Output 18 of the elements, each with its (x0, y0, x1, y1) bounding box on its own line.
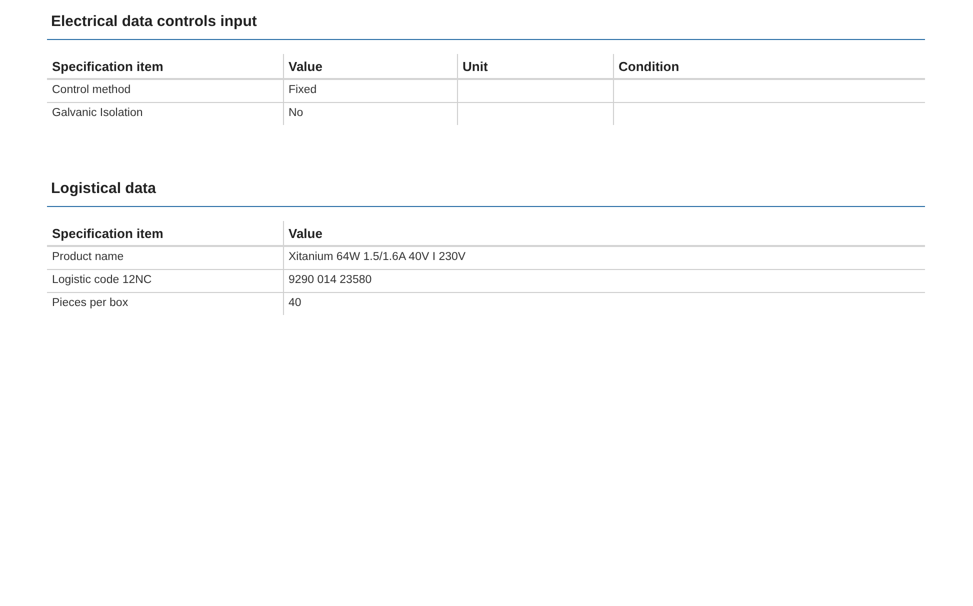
column-header: Unit (457, 54, 613, 78)
table-cell: Product name (47, 246, 283, 270)
section-title: Electrical data controls input (47, 10, 925, 40)
table-cell: Control method (47, 78, 283, 102)
column-header: Specification item (47, 54, 283, 78)
table-cell: Pieces per box (47, 292, 283, 316)
table-cell: No (283, 102, 457, 125)
table-cell: Galvanic Isolation (47, 102, 283, 125)
table-cell: 9290 014 23580 (283, 269, 925, 292)
section-title: Logistical data (47, 177, 925, 207)
table-cell: 40 (283, 292, 925, 316)
column-header: Condition (613, 54, 925, 78)
table-cell: Xitanium 64W 1.5/1.6A 40V I 230V (283, 246, 925, 270)
column-header: Specification item (47, 221, 283, 246)
table-cell: Logistic code 12NC (47, 269, 283, 292)
table-cell: Fixed (283, 78, 457, 102)
column-header: Value (283, 221, 925, 246)
column-header: Value (283, 54, 457, 78)
